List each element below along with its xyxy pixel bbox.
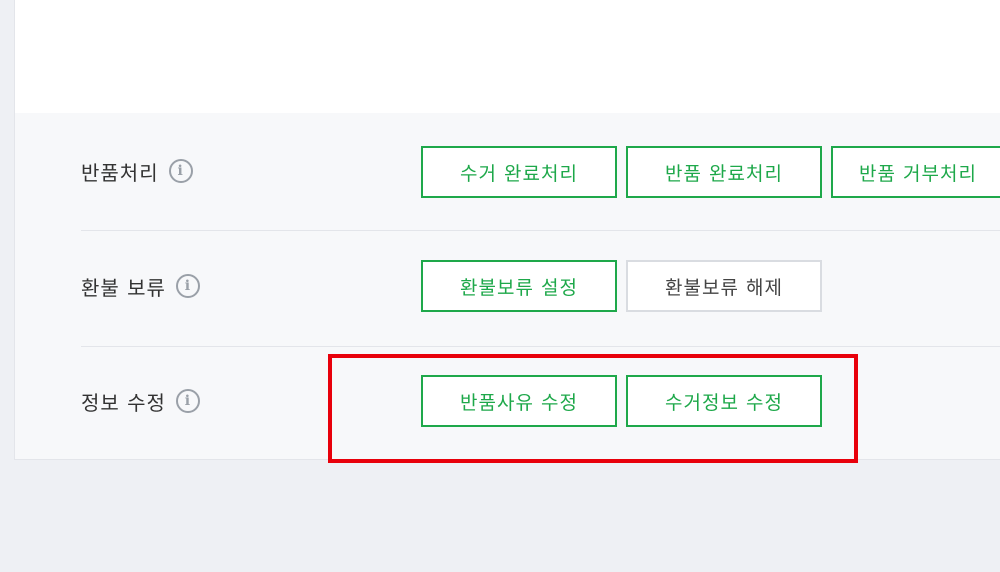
info-icon[interactable]: i: [175, 389, 200, 413]
info-icon[interactable]: i: [168, 159, 193, 183]
highlight-box: [328, 354, 858, 463]
info-icon[interactable]: i: [175, 274, 200, 298]
row-label-return-processing: 반품처리 i: [81, 156, 193, 186]
row-label-info-edit: 정보 수정 i: [81, 386, 200, 416]
panel-top-area: [15, 0, 1000, 113]
return-processing-label: 반품처리: [81, 160, 159, 185]
return-reject-button[interactable]: 반품 거부처리: [831, 146, 1000, 198]
pickup-complete-button[interactable]: 수거 완료처리: [421, 146, 617, 198]
row-divider: [81, 346, 1000, 347]
row-label-refund-hold: 환불 보류 i: [81, 271, 200, 301]
refund-hold-set-button[interactable]: 환불보류 설정: [421, 260, 617, 312]
row-divider: [81, 230, 1000, 231]
return-complete-button[interactable]: 반품 완료처리: [626, 146, 822, 198]
refund-hold-release-button[interactable]: 환불보류 해제: [626, 260, 822, 312]
info-edit-label: 정보 수정: [81, 390, 166, 415]
refund-hold-label: 환불 보류: [81, 275, 166, 300]
